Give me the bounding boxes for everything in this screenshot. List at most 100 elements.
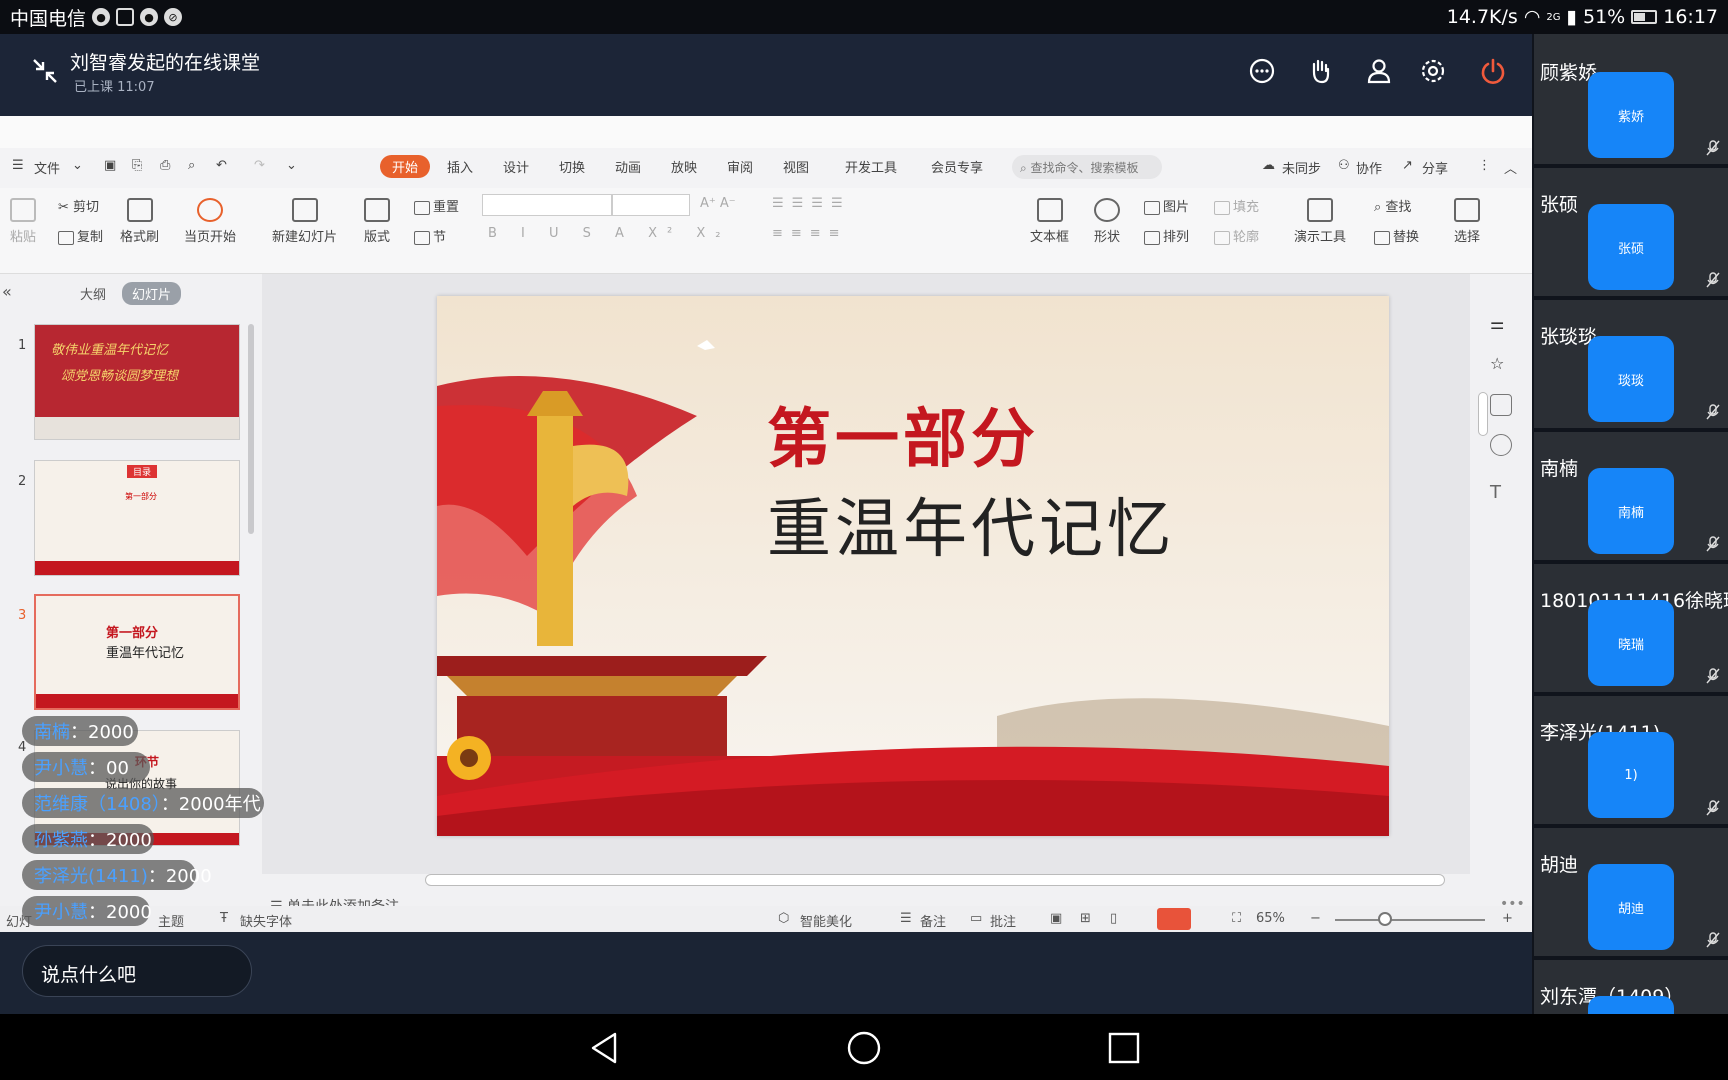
customize-icon[interactable]: ⌄ [286, 158, 297, 173]
replace-button[interactable]: 替换 [1374, 226, 1419, 245]
font-family-select[interactable] [482, 194, 612, 216]
participant-card[interactable]: 180101111416徐晓瑞晓瑞 [1534, 564, 1728, 692]
font-size-select[interactable] [612, 194, 690, 216]
smart-beautify-button[interactable]: 智能美化 [800, 911, 852, 930]
tab-animation[interactable]: 动画 [615, 157, 641, 176]
settings-button[interactable] [1416, 54, 1450, 88]
new-slide-button[interactable]: 新建幻灯片 [272, 198, 337, 245]
normal-view-icon[interactable]: ▣ [1050, 911, 1062, 926]
chat-button[interactable] [1245, 54, 1279, 88]
home-icon[interactable] [846, 1030, 882, 1066]
slide-thumbnail-1[interactable]: 敬伟业重温年代记忆 颂党恩畅谈圆梦理想 [34, 324, 240, 440]
thumbnail-scrollbar[interactable] [248, 324, 254, 534]
notes-toggle-button[interactable]: 备注 [920, 911, 946, 930]
comments-button[interactable]: 批注 [990, 911, 1016, 930]
reset-button[interactable]: 重置 [414, 196, 459, 215]
sync-status[interactable]: 未同步 [1282, 158, 1321, 177]
preview-icon[interactable]: ⌕ [188, 158, 195, 173]
list-icons[interactable]: ☰☰☰☰ [772, 196, 851, 211]
tab-member[interactable]: 会员专享 [931, 157, 983, 176]
command-search[interactable]: ⌕ 查找命令、搜索模板 [1012, 155, 1162, 179]
missing-font-button[interactable]: 缺失字体 [240, 911, 292, 930]
raise-hand-button[interactable] [1303, 54, 1337, 88]
tab-design[interactable]: 设计 [503, 157, 529, 176]
save-icon[interactable]: ▣ [104, 158, 116, 173]
help-icon[interactable] [1490, 434, 1512, 456]
picture-button[interactable]: 图片 [1144, 196, 1189, 215]
more-icon[interactable]: ⋮ [1478, 158, 1491, 173]
section-button[interactable]: 节 [414, 226, 446, 245]
zoom-slider-knob[interactable] [1378, 912, 1392, 926]
zoom-level[interactable]: 65% [1256, 911, 1285, 926]
play-from-current-button[interactable]: 当页开始 [184, 198, 236, 245]
present-tools-button[interactable]: 演示工具 [1294, 198, 1346, 245]
theme-button[interactable]: 主题 [158, 911, 184, 930]
select-button[interactable]: 选择 [1454, 198, 1480, 245]
reading-view-icon[interactable]: ▯ [1110, 911, 1117, 926]
collaborate-button[interactable]: 协作 [1356, 158, 1382, 177]
star-icon[interactable]: ☆ [1490, 354, 1512, 376]
text-tool-icon[interactable]: T [1490, 482, 1512, 504]
slide-thumbnail-3[interactable]: 第一部分 重温年代记忆 [34, 594, 240, 710]
format-painter-button[interactable]: 格式刷 [120, 198, 159, 245]
current-slide[interactable]: 第一部分 重温年代记忆 [437, 296, 1389, 836]
ppt-top-strip [0, 116, 1532, 148]
tab-view[interactable]: 视图 [783, 157, 809, 176]
hamburger-icon[interactable]: ☰ [12, 158, 24, 173]
copy-slide-icon[interactable] [1490, 394, 1512, 416]
zoom-out-icon[interactable]: − [1310, 911, 1321, 926]
text-box-button[interactable]: 文本框 [1030, 198, 1069, 245]
participant-card[interactable]: 刘东潭（1409） [1534, 960, 1728, 1014]
participant-card[interactable]: 李泽光(1411)1) [1534, 696, 1728, 824]
slide-thumbnail-2[interactable]: 目录 第一部分 [34, 460, 240, 576]
text-format-icons[interactable]: B I U S A X² X₂ [488, 226, 730, 241]
sorter-view-icon[interactable]: ⊞ [1080, 911, 1091, 926]
shrink-icon[interactable] [28, 54, 62, 88]
arrange-button[interactable]: 排列 [1144, 226, 1189, 245]
fill-button[interactable]: 填充 [1214, 196, 1259, 215]
shape-button[interactable]: 形状 [1094, 198, 1120, 245]
share-button[interactable]: 分享 [1422, 158, 1448, 177]
redo-icon[interactable]: ↷ [254, 158, 265, 173]
participant-name: 胡迪 [1540, 854, 1579, 876]
tab-transition[interactable]: 切换 [559, 157, 585, 176]
collapse-ribbon-icon[interactable]: ︿ [1504, 158, 1517, 177]
copy-button[interactable]: 复制 [58, 226, 103, 245]
slideshow-play-button[interactable] [1157, 908, 1191, 930]
grow-font-icon[interactable]: A⁺ A⁻ [700, 196, 736, 211]
canvas-vertical-scrollbar[interactable] [1478, 392, 1488, 436]
print-icon[interactable]: ⎙ [160, 158, 170, 173]
collapse-panel-icon[interactable]: « [2, 282, 12, 301]
file-menu[interactable]: 文件 [34, 158, 60, 177]
layout-button[interactable]: 版式 [364, 198, 390, 245]
align-icons[interactable]: ≡≡≡≡ [772, 226, 848, 241]
tab-developer[interactable]: 开发工具 [845, 157, 897, 176]
zoom-slider-track[interactable] [1335, 919, 1485, 921]
fit-window-icon[interactable]: ⛶ [1232, 911, 1241, 926]
paste-button[interactable]: 粘贴 [10, 198, 36, 245]
tab-insert[interactable]: 插入 [447, 157, 473, 176]
end-class-button[interactable] [1476, 54, 1510, 88]
participant-card[interactable]: 南楠 南楠 [1534, 432, 1728, 560]
participant-card[interactable]: 张硕 张硕 [1534, 168, 1728, 296]
participant-card[interactable]: 张琰琰 琰琰 [1534, 300, 1728, 428]
profile-button[interactable] [1362, 54, 1396, 88]
recent-apps-icon[interactable] [1106, 1030, 1142, 1066]
canvas-horizontal-scrollbar[interactable] [425, 874, 1445, 886]
back-icon[interactable] [587, 1030, 623, 1066]
outline-button[interactable]: 轮廓 [1214, 226, 1259, 245]
participant-card[interactable]: 顾紫娇 紫娇 [1534, 36, 1728, 164]
export-icon[interactable]: ⎘ [132, 158, 142, 173]
tab-review[interactable]: 审阅 [727, 157, 753, 176]
participant-card[interactable]: 胡迪 胡迪 [1534, 828, 1728, 956]
find-button[interactable]: ⌕ 查找 [1374, 196, 1411, 215]
cut-button[interactable]: ✂ 剪切 [58, 196, 99, 215]
undo-icon[interactable]: ↶ [216, 158, 227, 173]
zoom-in-icon[interactable]: + [1502, 911, 1513, 926]
tab-home[interactable]: 开始 [380, 155, 431, 178]
tab-outline[interactable]: 大纲 [80, 284, 106, 303]
tab-slideshow[interactable]: 放映 [671, 157, 697, 176]
tab-slides[interactable]: 幻灯片 [122, 282, 182, 305]
adjust-icon[interactable]: ⚌ [1490, 314, 1512, 336]
chat-input[interactable]: 说点什么吧 [22, 945, 252, 997]
